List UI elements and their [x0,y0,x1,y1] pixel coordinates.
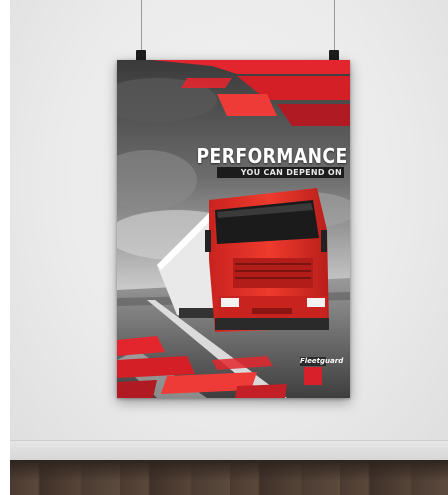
lower-bumper [215,318,329,330]
license-area [252,308,292,314]
floor-shadow [10,460,448,495]
wooden-floor [10,460,448,495]
red-shape [235,384,287,398]
headlight-right [307,298,325,307]
headlight-left [221,298,239,307]
grille [233,258,313,288]
poster-artwork [117,60,350,398]
poster-subheadline: YOU CAN DEPEND ON [217,167,344,178]
brand-logo-text: Fleetguard [300,357,344,366]
right-hanging-wire [334,0,335,52]
trailer-wheels [179,308,215,318]
red-shape [181,78,232,88]
poster-mockup-scene: PERFORMANCE YOU CAN DEPEND ON Fleetguard [0,0,448,495]
red-shape [217,94,277,116]
brand-logo-mark [304,367,322,385]
red-shape [117,380,157,398]
poster-headline: PERFORMANCE [196,144,348,168]
side-mirror-left [205,230,211,252]
left-margin [0,0,10,460]
fleetguard-logo-icon: Fleetguard [300,357,344,387]
left-hanging-wire [141,0,142,52]
poster: PERFORMANCE YOU CAN DEPEND ON Fleetguard [117,60,350,398]
side-mirror-right [321,230,327,252]
baseboard [10,440,448,461]
